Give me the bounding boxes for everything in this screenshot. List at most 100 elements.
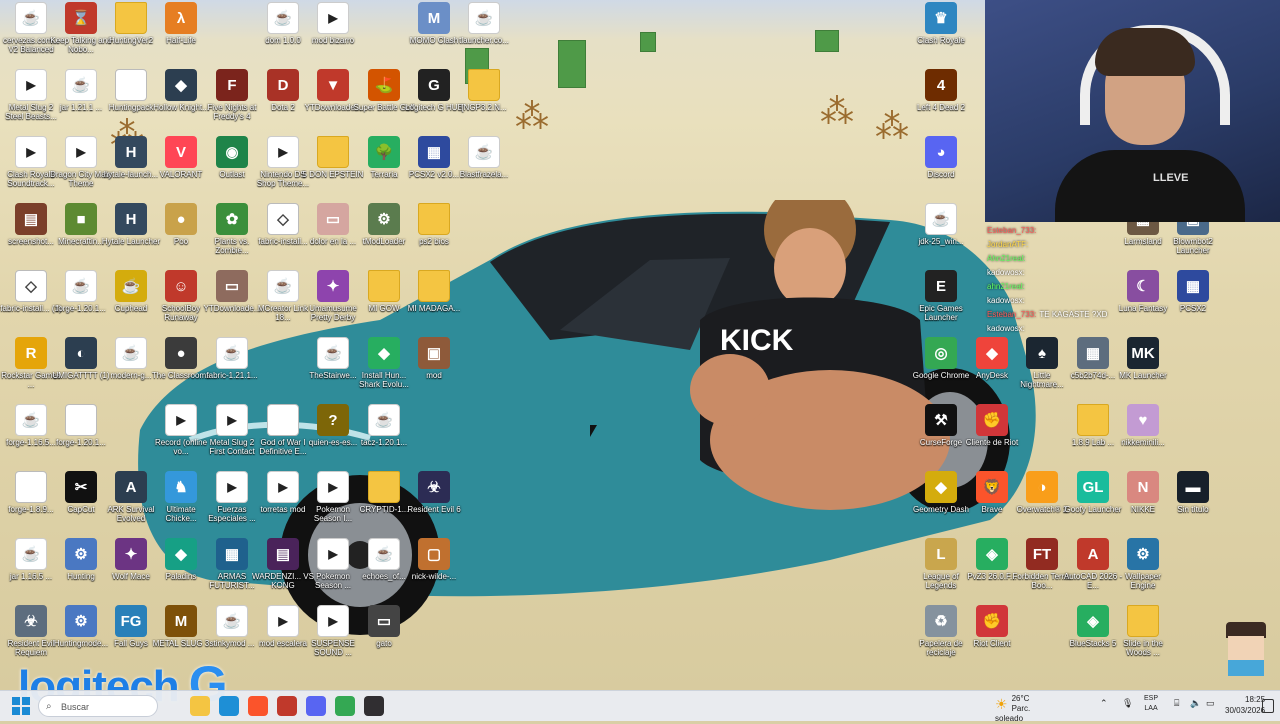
desktop-icon[interactable]: ♥ nikkeminili... — [1112, 402, 1174, 468]
app-icon: ♛ — [925, 2, 957, 34]
desktop-icon[interactable]: E Epic Games Launcher — [910, 268, 972, 334]
app-icon: ⚙ — [368, 203, 400, 235]
app-icon: ● — [165, 337, 197, 369]
dead-bush: ⁂ — [515, 98, 549, 136]
discord-taskbar-icon[interactable] — [306, 696, 326, 716]
app-icon: N — [1127, 471, 1159, 503]
java-icon: ☕ — [15, 2, 47, 34]
windows-logo-tile — [12, 707, 20, 715]
search-icon: ⌕ — [46, 701, 52, 712]
webcam-overlay: LLEVE — [985, 0, 1280, 222]
video-icon: ▶ — [317, 2, 349, 34]
battery-icon[interactable]: ▭ — [1206, 698, 1215, 709]
desktop-icon[interactable]: ▣ mod — [403, 335, 465, 401]
desktop-icon[interactable]: ☕ Blastfrazela... — [453, 134, 515, 200]
desktop-icon[interactable]: ⚙ Wallpaper Engine — [1112, 536, 1174, 602]
desktop-icon[interactable]: 4 Left 4 Dead 2 — [910, 67, 972, 133]
desktop-icon-label: fabric-1.21.1... — [206, 371, 258, 380]
app-icon: H — [115, 203, 147, 235]
file-icon: ◇ — [15, 270, 47, 302]
java-icon: ☕ — [216, 605, 248, 637]
folder-icon — [1077, 404, 1109, 436]
desktop-icon[interactable]: ▭ gato — [353, 603, 415, 669]
app-icon: ✊ — [976, 605, 1008, 637]
desktop-icon[interactable]: ps2 bios — [403, 201, 465, 267]
clock[interactable]: 18:25 30/03/2026 — [1225, 694, 1265, 716]
app-icon: ⌛ — [65, 2, 97, 34]
desktop-icon-label: Half-Life — [166, 36, 196, 45]
app-icon: ▭ — [317, 203, 349, 235]
video-icon: ▶ — [267, 605, 299, 637]
app-icon: ▢ — [418, 538, 450, 570]
desktop-icon-label: forge-1.20.1... — [56, 438, 106, 447]
video-icon: ▶ — [165, 404, 197, 436]
start-button[interactable] — [12, 697, 30, 715]
app-icon: ◆ — [165, 69, 197, 101]
language-indicator[interactable]: ESP LAA — [1144, 694, 1158, 714]
chat-text: TE KAGASTE ?XD — [1039, 310, 1108, 319]
app-icon: 🌳 — [368, 136, 400, 168]
desktop-icon[interactable]: ▢ nick-wilde-... — [403, 536, 465, 602]
app-icon: ▦ — [216, 538, 248, 570]
cam-shirt-text: LLEVE — [1153, 172, 1189, 184]
app-icon: H — [115, 136, 147, 168]
notification-icon[interactable] — [1262, 699, 1274, 713]
app-icon: D — [267, 69, 299, 101]
file-icon: ◇ — [267, 203, 299, 235]
desktop-icon[interactable]: forge-1.20.1... — [50, 402, 112, 468]
desktop-icon[interactable]: ☕ tacz-1.20.1... — [353, 402, 415, 468]
desktop-icon[interactable]: ☕ fabric-1.21.1... — [201, 335, 263, 401]
app-icon: ☕ — [115, 270, 147, 302]
desktop-icon[interactable]: λ Half-Life — [150, 0, 212, 66]
desktop-icon[interactable]: MK MK Launcher — [1112, 335, 1174, 401]
desktop-icon-label: MK Launcher — [1119, 371, 1167, 380]
desktop-icon[interactable]: ✊ Riot Client — [961, 603, 1023, 669]
desktop-icon-label: ps2 bios — [419, 237, 449, 246]
desktop-icon[interactable]: ▬ Sin título — [1162, 469, 1224, 535]
app-icon: ◕ — [925, 136, 957, 168]
desktop-icon-label: Clash Royale — [917, 36, 965, 45]
app-icon: ◎ — [925, 337, 957, 369]
desktop-icon[interactable]: ▶ mod bizarro — [302, 0, 364, 66]
microphone-icon[interactable]: 🎙 — [1122, 698, 1133, 709]
desktop-icon[interactable]: ✊ Cliente de Riot — [961, 402, 1023, 468]
app-icon: ⚒ — [925, 404, 957, 436]
desktop-icon-label: MI MADAGA... — [407, 304, 461, 313]
volume-icon[interactable]: 🔈 — [1190, 698, 1201, 709]
chat-username: Esteban_733: — [987, 226, 1037, 235]
folder-icon — [317, 136, 349, 168]
desktop-icon[interactable]: ♛ Clash Royale — [910, 0, 972, 66]
desktop-icon[interactable]: ☕ tlauncher.co... — [453, 0, 515, 66]
desktop-icon[interactable]: ☣ Resident Evil 6 — [403, 469, 465, 535]
desktop-icon[interactable]: MI MADAGA... — [403, 268, 465, 334]
chat-message: Esteban_733: — [985, 224, 1280, 238]
desktop-icon[interactable]: ☕ jdk-25_win... — [910, 201, 972, 267]
network-icon[interactable]: ⌸ — [1174, 698, 1179, 709]
brave-taskbar-icon[interactable] — [248, 696, 268, 716]
app-icon: ◆ — [925, 471, 957, 503]
folder-icon — [368, 270, 400, 302]
video-icon: ▶ — [317, 605, 349, 637]
app-icon: F — [216, 69, 248, 101]
chrome-taskbar-icon[interactable] — [335, 696, 355, 716]
chat-message: Ahn21real: — [985, 252, 1280, 266]
chevron-up-icon[interactable]: ⌃ — [1100, 698, 1108, 709]
stream-app-icon[interactable] — [277, 696, 297, 716]
clock-date: 30/03/2026 — [1225, 706, 1266, 715]
desktop-icon[interactable]: ◕ Discord — [910, 134, 972, 200]
obs-icon[interactable] — [364, 696, 384, 716]
clock-time: 18:25 — [1245, 695, 1266, 704]
desktop-icon-label: Slide in the Woods ... — [1123, 639, 1163, 657]
desktop-icon-label: Wallpaper Engine — [1125, 572, 1161, 590]
app-icon: 4 — [925, 69, 957, 101]
desktop-icon[interactable]: [NGP3.2.N... — [453, 67, 515, 133]
java-icon: ☕ — [115, 337, 147, 369]
search-box[interactable]: ⌕ Buscar — [38, 695, 158, 717]
app-icon: ◈ — [976, 538, 1008, 570]
app-icon: ● — [165, 203, 197, 235]
java-icon: ☕ — [65, 69, 97, 101]
chat-username: ahn21real: — [987, 282, 1025, 291]
file-explorer-icon[interactable] — [190, 696, 210, 716]
desktop-icon[interactable]: Slide in the Woods ... — [1112, 603, 1174, 669]
edge-icon[interactable] — [219, 696, 239, 716]
